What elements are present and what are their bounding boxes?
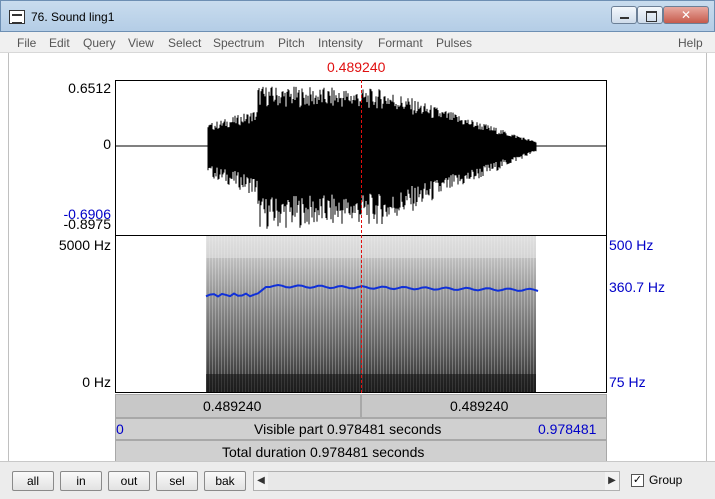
selection-right-time: 0.489240 bbox=[450, 398, 509, 414]
bottom-toolbar: all in out sel bak ◀ ▶ ✓ Group bbox=[0, 461, 715, 499]
menu-pitch[interactable]: Pitch bbox=[278, 36, 305, 50]
window-title: 76. Sound ling1 bbox=[31, 10, 115, 24]
wave-min-label: -0.8975 bbox=[63, 216, 111, 232]
total-duration-bar[interactable]: Total duration 0.978481 seconds bbox=[115, 440, 607, 463]
menu-select[interactable]: Select bbox=[168, 36, 201, 50]
menu-edit[interactable]: Edit bbox=[49, 36, 70, 50]
group-checkbox[interactable]: ✓ bbox=[631, 474, 644, 487]
cursor-line bbox=[361, 80, 362, 393]
scroll-right-arrow[interactable]: ▶ bbox=[605, 472, 619, 490]
time-scrollbar[interactable]: ◀ ▶ bbox=[253, 471, 620, 491]
maximize-button[interactable] bbox=[637, 6, 663, 24]
menu-query[interactable]: Query bbox=[83, 36, 116, 50]
menu-intensity[interactable]: Intensity bbox=[318, 36, 363, 50]
menu-view[interactable]: View bbox=[128, 36, 154, 50]
menu-formant[interactable]: Formant bbox=[378, 36, 423, 50]
zoom-all-button[interactable]: all bbox=[12, 471, 54, 491]
zoom-back-button[interactable]: bak bbox=[204, 471, 246, 491]
zoom-in-button[interactable]: in bbox=[60, 471, 102, 491]
pitch-min-label: 75 Hz bbox=[609, 374, 646, 390]
title-bar: 76. Sound ling1 bbox=[0, 0, 715, 32]
visible-start: 0 bbox=[116, 421, 124, 437]
app-icon bbox=[9, 10, 25, 24]
menu-help[interactable]: Help bbox=[678, 36, 703, 50]
pitch-value-label: 360.7 Hz bbox=[609, 279, 666, 295]
visible-part-label: Visible part 0.978481 seconds bbox=[254, 421, 442, 437]
menu-pulses[interactable]: Pulses bbox=[436, 36, 472, 50]
cursor-time: 0.489240 bbox=[327, 59, 386, 75]
pitch-max-label: 500 Hz bbox=[609, 237, 654, 253]
zoom-sel-button[interactable]: sel bbox=[156, 471, 198, 491]
menu-bar: File Edit Query View Select Spectrum Pit… bbox=[0, 32, 715, 53]
zoom-out-button[interactable]: out bbox=[108, 471, 150, 491]
selection-left-bar[interactable]: 0.489240 bbox=[115, 394, 361, 418]
visible-part-bar[interactable]: Visible part 0.978481 seconds bbox=[115, 418, 607, 440]
selection-left-time: 0.489240 bbox=[203, 398, 262, 414]
wave-zero-label: 0 bbox=[103, 136, 111, 152]
visible-end: 0.978481 bbox=[538, 421, 597, 437]
menu-file[interactable]: File bbox=[17, 36, 36, 50]
selection-right-bar[interactable]: 0.489240 bbox=[361, 394, 607, 418]
scroll-left-arrow[interactable]: ◀ bbox=[254, 472, 268, 490]
group-label: Group bbox=[649, 473, 683, 487]
spec-max-label: 5000 Hz bbox=[58, 237, 111, 253]
spec-min-label: 0 Hz bbox=[82, 374, 111, 390]
menu-spectrum[interactable]: Spectrum bbox=[213, 36, 264, 50]
close-button[interactable] bbox=[663, 6, 709, 24]
minimize-button[interactable] bbox=[611, 6, 637, 24]
total-duration-label: Total duration 0.978481 seconds bbox=[222, 444, 425, 460]
wave-max-label: 0.6512 bbox=[68, 80, 111, 96]
